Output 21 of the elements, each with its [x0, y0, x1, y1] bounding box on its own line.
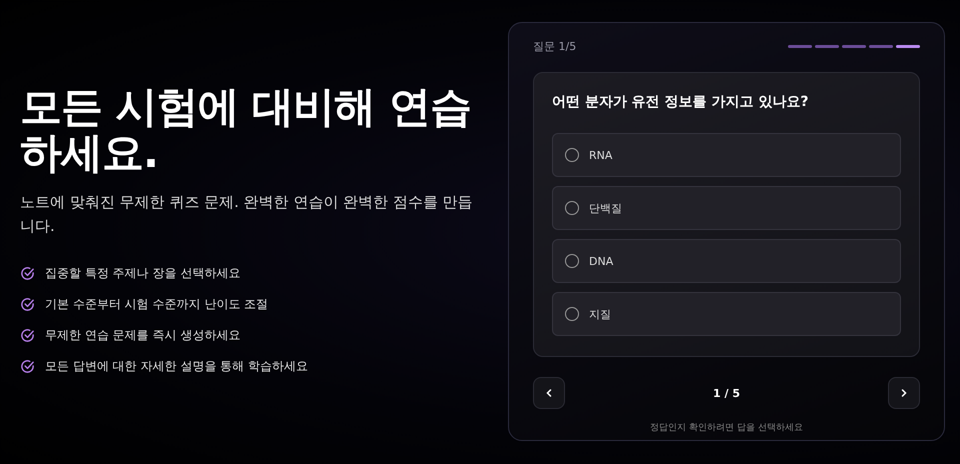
question-counter: 질문 1/5: [533, 39, 576, 54]
answer-option[interactable]: 단백질: [552, 186, 901, 230]
question-text: 어떤 분자가 유전 정보를 가지고 있나요?: [552, 93, 810, 111]
check-circle-icon: [20, 297, 35, 312]
check-circle-icon: [20, 266, 35, 281]
feature-text: 무제한 연습 문제를 즉시 생성하세요: [45, 327, 240, 344]
answer-option[interactable]: DNA: [552, 239, 901, 283]
answer-option[interactable]: RNA: [552, 133, 901, 177]
page-indicator: 1 / 5: [713, 386, 740, 400]
check-circle-icon: [20, 359, 35, 374]
hero-subtitle: 노트에 맞춰진 무제한 퀴즈 문제. 완벽한 연습이 완벽한 점수를 만듭니다.: [20, 192, 474, 237]
next-button[interactable]: [888, 377, 920, 409]
check-circle-icon: [20, 328, 35, 343]
hint-text: 정답인지 확인하려면 답을 선택하세요: [649, 422, 804, 434]
feature-text: 집중할 특정 주제나 장을 선택하세요: [45, 265, 240, 282]
feature-text: 모든 답변에 대한 자세한 설명을 통해 학습하세요: [45, 358, 308, 375]
answer-option[interactable]: 지질: [552, 292, 901, 336]
chevron-left-icon: [544, 388, 554, 398]
hero-title: 모든 시험에 대비해 연습하세요.: [20, 84, 472, 176]
feature-text: 기본 수준부터 시험 수준까지 난이도 조절: [45, 296, 268, 313]
previous-button[interactable]: [533, 377, 565, 409]
